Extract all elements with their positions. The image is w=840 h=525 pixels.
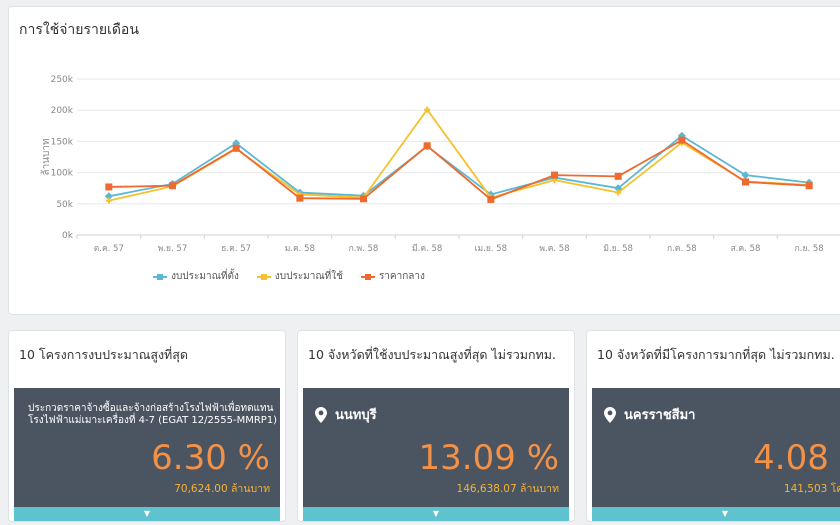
legend-item-budget-set[interactable]: งบประมาณที่ตั้ง <box>153 269 239 284</box>
x-tick-label: ธ.ค. 57 <box>221 244 251 254</box>
series-line <box>108 134 810 198</box>
map-pin-icon <box>604 406 616 423</box>
legend-label: ราคากลาง <box>378 271 425 282</box>
amount-value: 146,638.07 ล้านบาท <box>456 483 559 495</box>
percent-value: 6.30 % <box>151 438 270 478</box>
card-body: ประกวดราคาจ้างซื้อและจ้างก่อสร้างโรงไฟฟ้… <box>14 388 280 521</box>
card-title: 10 จังหวัดที่ใช้งบประมาณสูงที่สุด ไม่รวม… <box>308 347 556 362</box>
y-tick-label: 50k <box>56 200 73 210</box>
chart-legend: งบประมาณที่ตั้ง งบประมาณที่ใช้ ราคากลาง <box>9 269 569 284</box>
data-point <box>232 144 240 152</box>
legend-item-median-price[interactable]: ราคากลาง <box>360 269 425 284</box>
legend-square-icon <box>360 272 375 282</box>
card-title: 10 จังหวัดที่มีโครงการมากที่สุด ไม่รวมกท… <box>597 347 835 362</box>
percent-value: 4.08 % <box>753 438 840 478</box>
chevron-down-icon: ▼ <box>721 509 729 518</box>
legend-label: งบประมาณที่ตั้ง <box>171 271 239 282</box>
expand-button[interactable]: ▼ <box>303 507 569 521</box>
data-point <box>678 136 686 144</box>
legend-item-budget-used[interactable]: งบประมาณที่ใช้ <box>256 269 343 284</box>
x-tick-label: พ.ค. 58 <box>539 244 569 254</box>
data-point <box>614 172 622 180</box>
expand-button[interactable]: ▼ <box>592 507 840 521</box>
province-name: นนทบุรี <box>335 408 377 423</box>
card-body: นครราชสีมา 4.08 % 141,503 โครงการ ▼ <box>592 388 840 521</box>
chevron-down-icon: ▼ <box>143 509 151 518</box>
amount-value: 70,624.00 ล้านบาท <box>174 483 270 495</box>
y-tick-label: 250k <box>51 75 74 85</box>
x-tick-label: ก.พ. 58 <box>349 244 379 254</box>
x-tick-label: มิ.ย. 58 <box>603 244 633 254</box>
x-tick-label: ต.ค. 57 <box>94 244 124 254</box>
legend-diamond-icon <box>153 272 168 282</box>
x-tick-label: ส.ค. 58 <box>731 244 761 254</box>
chevron-down-icon: ▼ <box>432 509 440 518</box>
y-tick-label: 0k <box>62 231 74 241</box>
data-point <box>742 178 749 186</box>
data-point <box>551 171 558 179</box>
province-name: นครราชสีมา <box>624 408 696 423</box>
expand-button[interactable]: ▼ <box>14 507 280 521</box>
x-tick-label: ก.ค. 58 <box>667 244 697 254</box>
data-point <box>487 195 495 203</box>
legend-plus-icon <box>256 272 271 282</box>
project-name: ประกวดราคาจ้างซื้อและจ้างก่อสร้างโรงไฟฟ้… <box>28 403 285 427</box>
data-point <box>169 182 176 190</box>
data-point <box>105 183 113 191</box>
monthly-spending-panel: การใช้จ่ายรายเดือน 0k 50k 100k 150k 200k 250k… <box>8 6 840 315</box>
province-label: นครราชสีมา <box>604 404 695 425</box>
province-label: นนทบุรี <box>315 404 377 425</box>
data-point <box>805 182 813 190</box>
map-pin-icon <box>315 406 327 423</box>
top-projects-card: 10 โครงการงบประมาณสูงที่สุด ประกวดราคาจ้… <box>8 330 286 522</box>
data-point <box>360 195 367 203</box>
top-provinces-projects-card: 10 จังหวัดที่มีโครงการมากที่สุด ไม่รวมกท… <box>586 330 840 522</box>
x-tick-label: มี.ค. 58 <box>412 243 442 254</box>
top-provinces-budget-card: 10 จังหวัดที่ใช้งบประมาณสูงที่สุด ไม่รวม… <box>297 330 575 522</box>
y-tick-label: 100k <box>51 169 74 179</box>
card-title: 10 โครงการงบประมาณสูงที่สุด <box>19 347 189 362</box>
y-axis-label: ล้านบาท <box>40 138 52 175</box>
y-tick-label: 200k <box>51 106 74 116</box>
percent-value: 13.09 % <box>418 438 559 478</box>
project-name-line: โรงไฟฟ้าแม่เมาะเครื่องที่ 4-7 (EGAT 12/2… <box>28 415 278 426</box>
x-tick-label: ก.ย. 58 <box>795 244 824 254</box>
data-point <box>105 197 112 204</box>
data-point <box>296 194 304 202</box>
data-point <box>423 142 431 150</box>
y-tick-label: 150k <box>51 137 74 147</box>
legend-label: งบประมาณที่ใช้ <box>274 271 343 282</box>
card-body: นนทบุรี 13.09 % 146,638.07 ล้านบาท ▼ <box>303 388 569 521</box>
project-name-line: ประกวดราคาจ้างซื้อและจ้างก่อสร้างโรงไฟฟ้… <box>28 403 274 414</box>
x-tick-label: เม.ย. 58 <box>475 244 507 254</box>
line-chart: 0k 50k 100k 150k 200k 250k ต.ค. 57 พ.ย. 57 ธ.ค. … <box>40 75 840 254</box>
amount-value: 141,503 โครงการ <box>783 483 840 495</box>
x-tick-label: พ.ย. 57 <box>158 244 188 254</box>
x-tick-label: ม.ค. 58 <box>285 244 315 254</box>
